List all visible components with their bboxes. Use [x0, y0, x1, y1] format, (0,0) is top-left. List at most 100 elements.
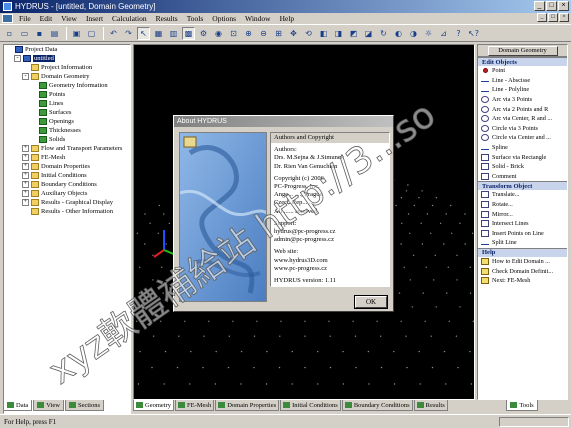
- tab-boundary-conditions[interactable]: Boundary Conditions: [341, 400, 413, 411]
- tool-item[interactable]: Rotate...: [478, 200, 567, 210]
- tool-item[interactable]: Insert Points on Line: [478, 229, 567, 239]
- app-icon[interactable]: [3, 2, 12, 11]
- menu-calculation[interactable]: Calculation: [112, 14, 147, 23]
- tree-item[interactable]: + Initial Conditions: [4, 171, 130, 180]
- expand-icon[interactable]: +: [22, 172, 29, 179]
- color-icon[interactable]: ◐: [392, 27, 405, 40]
- tool-item[interactable]: Arc via 2 Points and R: [478, 104, 567, 114]
- tool-item[interactable]: Circle via 3 Points: [478, 124, 567, 134]
- view-3d-icon[interactable]: ◧: [317, 27, 330, 40]
- tree-item[interactable]: Results - Other Information: [4, 207, 130, 216]
- minimize-button[interactable]: _: [534, 1, 545, 11]
- tool-item[interactable]: How to Edit Domain ...: [478, 257, 567, 267]
- tool-item[interactable]: Arc via 3 Points: [478, 95, 567, 105]
- tab-data[interactable]: Data: [3, 400, 33, 411]
- grid-icon[interactable]: ▦: [152, 27, 165, 40]
- menu-help[interactable]: Help: [280, 14, 295, 23]
- doc-close-button[interactable]: ×: [559, 13, 569, 22]
- tab-tools[interactable]: Tools: [506, 400, 538, 411]
- zoom-window-icon[interactable]: ⊡: [227, 27, 240, 40]
- tree-item[interactable]: + Auxiliary Objects: [4, 189, 130, 198]
- palette-icon[interactable]: ◑: [407, 27, 420, 40]
- tool-item[interactable]: Solid - Brick: [478, 162, 567, 172]
- tree-item[interactable]: Geometry Information: [4, 81, 130, 90]
- tool-item[interactable]: Split Line: [478, 238, 567, 248]
- menu-file[interactable]: File: [19, 14, 31, 23]
- print-icon[interactable]: ▤: [48, 27, 61, 40]
- menu-window[interactable]: Window: [245, 14, 271, 23]
- save-icon[interactable]: ▪: [33, 27, 46, 40]
- expand-icon[interactable]: +: [22, 154, 29, 161]
- pan-icon[interactable]: ✥: [287, 27, 300, 40]
- zoom-in-icon[interactable]: ⊕: [242, 27, 255, 40]
- expand-icon[interactable]: +: [22, 181, 29, 188]
- tree-item[interactable]: Surfaces: [4, 108, 130, 117]
- tree-item[interactable]: Thicknesses: [4, 126, 130, 135]
- collapse-icon[interactable]: -: [14, 55, 21, 62]
- project-tree[interactable]: Project Data - untitled Project Information…: [3, 44, 131, 414]
- tab-initial-conditions[interactable]: Initial Conditions: [280, 400, 341, 411]
- tree-item[interactable]: + Flow and Transport Parameters: [4, 144, 130, 153]
- menu-results[interactable]: Results: [156, 14, 178, 23]
- tool-item[interactable]: Mirror...: [478, 209, 567, 219]
- expand-icon[interactable]: +: [22, 163, 29, 170]
- tree-item[interactable]: Lines: [4, 99, 130, 108]
- tab-view[interactable]: View: [33, 400, 64, 411]
- select-icon[interactable]: ↖: [137, 26, 150, 40]
- mesh-icon[interactable]: ▩: [182, 26, 195, 40]
- tab-sections[interactable]: Sections: [64, 400, 105, 411]
- tool-item[interactable]: Line - Polyline: [478, 85, 567, 95]
- layout-icon[interactable]: ▥: [167, 27, 180, 40]
- doc-restore-button[interactable]: □: [548, 13, 558, 22]
- view-top-icon[interactable]: ◨: [332, 27, 345, 40]
- new-icon[interactable]: ▫: [3, 27, 16, 40]
- menu-view[interactable]: View: [61, 14, 77, 23]
- view-side-icon[interactable]: ◪: [362, 27, 375, 40]
- tree-item[interactable]: - untitled: [4, 54, 130, 63]
- tree-item[interactable]: - Domain Geometry: [4, 72, 130, 81]
- expand-icon[interactable]: +: [22, 145, 29, 152]
- window-icon[interactable]: ▢: [85, 27, 98, 40]
- tool-item[interactable]: Arc via Center, R and ...: [478, 114, 567, 124]
- expand-icon[interactable]: +: [22, 190, 29, 197]
- light-icon[interactable]: ☼: [422, 27, 435, 40]
- context-help-icon[interactable]: ↖?: [467, 27, 480, 40]
- tree-item[interactable]: Points: [4, 90, 130, 99]
- doc-minimize-button[interactable]: _: [537, 13, 547, 22]
- tool-item[interactable]: Line - Abscisse: [478, 76, 567, 86]
- tool-item[interactable]: Surface via Rectangle: [478, 152, 567, 162]
- tree-item[interactable]: Project Data: [4, 45, 130, 54]
- tab-domain-properties[interactable]: Domain Properties: [215, 400, 280, 411]
- measure-icon[interactable]: ⊿: [437, 27, 450, 40]
- menu-insert[interactable]: Insert: [86, 14, 103, 23]
- refresh-icon[interactable]: ↻: [377, 27, 390, 40]
- tool-item[interactable]: Point: [478, 66, 567, 76]
- menu-tools[interactable]: Tools: [187, 14, 204, 23]
- tab-geometry[interactable]: Geometry: [133, 400, 174, 411]
- tool-item[interactable]: Comment: [478, 172, 567, 182]
- collapse-icon[interactable]: -: [22, 73, 29, 80]
- help-icon[interactable]: ?: [452, 27, 465, 40]
- tool-item[interactable]: Next: FE-Mesh: [478, 276, 567, 286]
- tree-item[interactable]: Openings: [4, 117, 130, 126]
- open-icon[interactable]: ▭: [18, 27, 31, 40]
- tool-item[interactable]: Intersect Lines: [478, 219, 567, 229]
- tree-item[interactable]: + Results - Graphical Display: [4, 198, 130, 207]
- tool-item[interactable]: Translate...: [478, 190, 567, 200]
- tab-results[interactable]: Results: [413, 400, 448, 411]
- zoom-all-icon[interactable]: ⊞: [272, 27, 285, 40]
- tree-item[interactable]: + Domain Properties: [4, 162, 130, 171]
- undo-icon[interactable]: ↶: [107, 27, 120, 40]
- close-button[interactable]: ×: [558, 1, 569, 11]
- render-icon[interactable]: ◉: [212, 27, 225, 40]
- menu-edit[interactable]: Edit: [40, 14, 53, 23]
- view-front-icon[interactable]: ◩: [347, 27, 360, 40]
- tool-item[interactable]: Circle via Center and ...: [478, 133, 567, 143]
- settings-icon[interactable]: ⚙: [197, 27, 210, 40]
- tree-item[interactable]: + FE-Mesh: [4, 153, 130, 162]
- maximize-button[interactable]: □: [546, 1, 557, 11]
- zoom-out-icon[interactable]: ⊖: [257, 27, 270, 40]
- expand-icon[interactable]: +: [22, 199, 29, 206]
- tool-item[interactable]: Check Domain Definit...: [478, 266, 567, 276]
- tree-item[interactable]: Solids: [4, 135, 130, 144]
